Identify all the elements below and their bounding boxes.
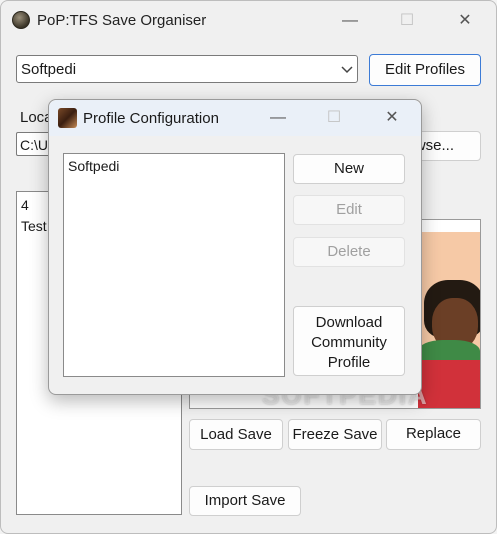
dialog-title-bar: Profile Configuration — ☐ ✕ bbox=[49, 100, 421, 136]
chevron-down-icon bbox=[341, 66, 353, 74]
maximize-button[interactable]: ☐ bbox=[384, 3, 430, 39]
prince-avatar-icon bbox=[58, 108, 77, 128]
profile-select[interactable]: Softpedi bbox=[16, 55, 358, 83]
replace-button[interactable]: Replace bbox=[386, 419, 481, 450]
title-bar: PoP:TFS Save Organiser — ☐ ✕ bbox=[1, 1, 497, 39]
window-title: PoP:TFS Save Organiser bbox=[37, 12, 207, 29]
dialog-maximize-button[interactable]: ☐ bbox=[311, 100, 357, 136]
app-icon bbox=[12, 11, 30, 29]
load-save-button[interactable]: Load Save bbox=[189, 419, 283, 450]
list-item[interactable]: Softpedi bbox=[64, 156, 284, 177]
edit-profiles-button[interactable]: Edit Profiles bbox=[369, 54, 481, 86]
download-line-3: Profile bbox=[327, 354, 371, 371]
download-community-profile-button[interactable]: Download Community Profile bbox=[293, 306, 405, 376]
dialog-title: Profile Configuration bbox=[83, 110, 219, 127]
profile-select-value: Softpedi bbox=[21, 61, 77, 78]
delete-profile-button[interactable]: Delete bbox=[293, 237, 405, 267]
freeze-save-button[interactable]: Freeze Save bbox=[288, 419, 382, 450]
edit-profile-button[interactable]: Edit bbox=[293, 195, 405, 225]
dialog-close-button[interactable]: ✕ bbox=[369, 100, 415, 136]
import-save-button[interactable]: Import Save bbox=[189, 486, 301, 516]
close-button[interactable]: ✕ bbox=[442, 3, 488, 39]
profiles-list[interactable]: Softpedi bbox=[63, 153, 285, 377]
dialog-minimize-button[interactable]: — bbox=[255, 100, 301, 136]
new-profile-button[interactable]: New bbox=[293, 154, 405, 184]
download-line-2: Community bbox=[311, 334, 387, 351]
minimize-button[interactable]: — bbox=[327, 3, 373, 39]
profile-configuration-dialog: Profile Configuration — ☐ ✕ Softpedi New… bbox=[48, 99, 422, 395]
download-line-1: Download bbox=[315, 314, 383, 331]
